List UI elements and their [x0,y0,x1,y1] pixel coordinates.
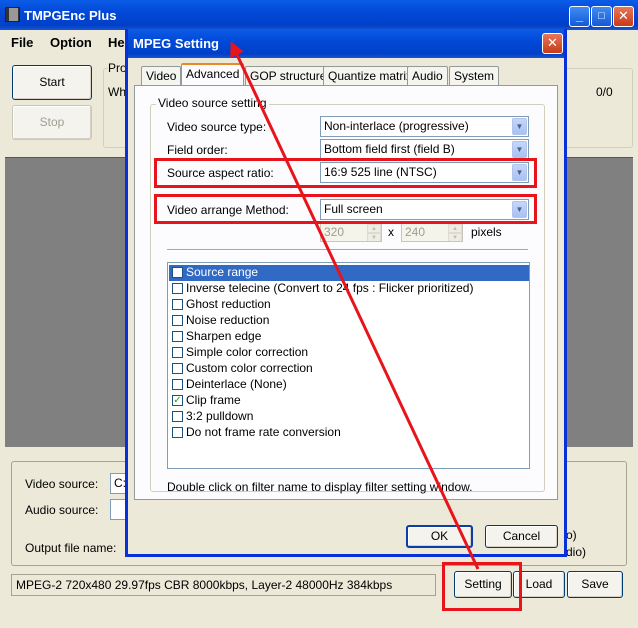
arrow-line [230,41,480,570]
annotation-arrow [230,41,480,570]
